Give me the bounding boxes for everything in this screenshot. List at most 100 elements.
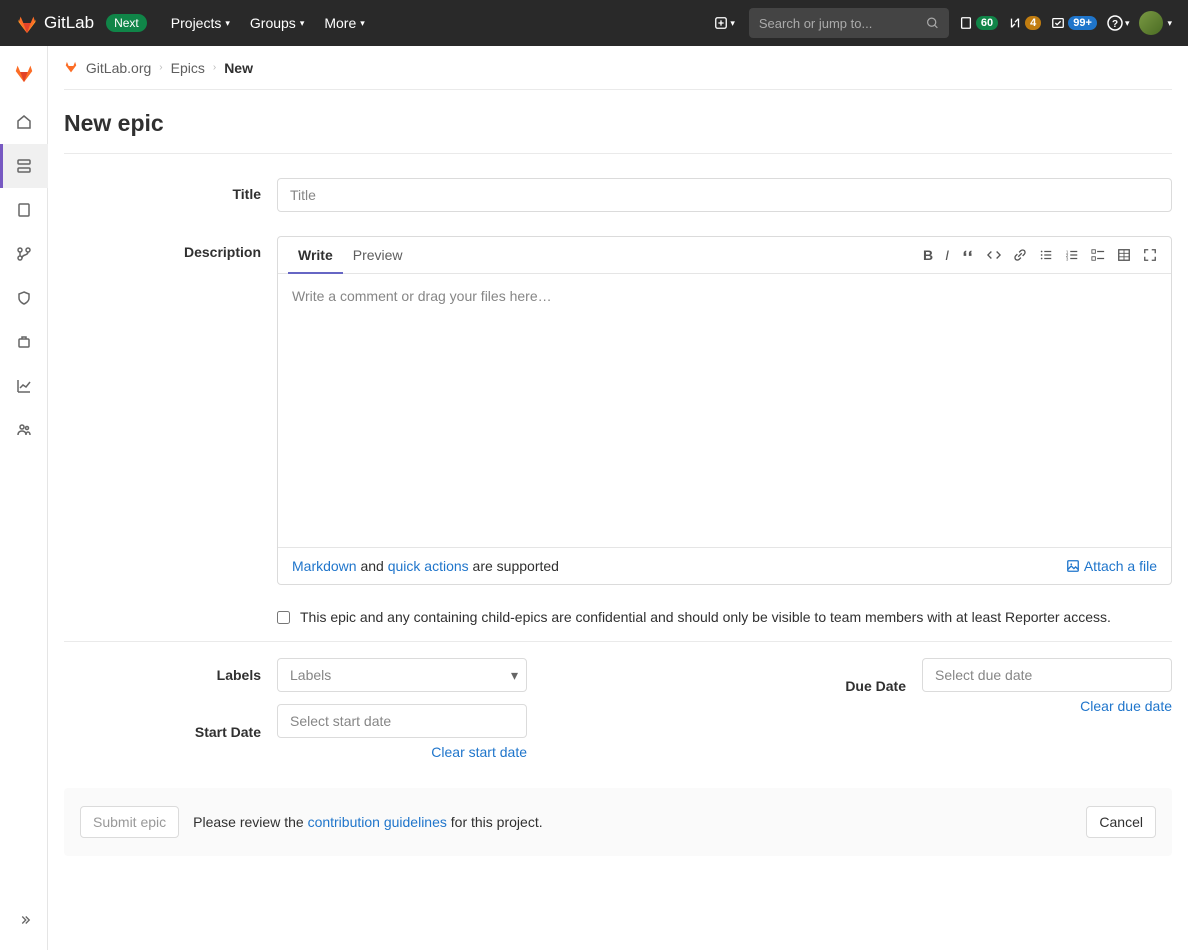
code-button[interactable] [987,247,1001,263]
sidebar-item-members[interactable] [0,408,48,452]
quote-button[interactable] [961,247,975,263]
nav-projects[interactable]: Projects▾ [163,9,238,37]
description-textarea[interactable] [278,274,1171,544]
home-icon [16,114,32,130]
numbered-list-button[interactable]: 123 [1065,247,1079,263]
chevron-down-icon: ▾ [300,18,305,29]
chevron-down-icon: ▾ [360,18,365,29]
chevron-down-icon: ▾ [1167,18,1172,29]
avatar [1139,11,1163,35]
due-date-input[interactable] [922,658,1172,692]
editor-toolbar: B I 123 [923,247,1161,263]
divider [64,641,1172,642]
form-footer: Submit epic Please review the contributi… [64,788,1172,856]
sidebar-item-analytics[interactable] [0,364,48,408]
nav-menu: Projects▾ Groups▾ More▾ [163,9,373,37]
write-tab[interactable]: Write [288,237,343,273]
nav-more[interactable]: More▾ [316,9,372,37]
nav-groups[interactable]: Groups▾ [242,9,312,37]
chevron-down-icon: ▾ [1125,18,1130,29]
members-icon [16,422,32,438]
breadcrumb: GitLab.org › Epics › New [64,46,1172,90]
sidebar-expand-button[interactable] [0,900,48,940]
search-icon [926,16,939,30]
review-text: Please review the contribution guideline… [193,814,542,830]
issues-counter[interactable]: 60 [959,16,998,30]
labels-dropdown[interactable]: Labels ▾ [277,658,527,692]
epic-icon [16,158,32,174]
help-button[interactable]: ? ▾ [1107,15,1130,31]
sidebar-item-issues[interactable] [0,188,48,232]
shield-icon [16,290,32,306]
logo-text: GitLab [44,13,94,33]
issue-icon [959,16,973,30]
breadcrumb-current: New [224,60,253,76]
plus-icon [714,16,728,30]
italic-button[interactable]: I [945,247,949,263]
sidebar-item-merge[interactable] [0,232,48,276]
link-button[interactable] [1013,247,1027,263]
svg-text:?: ? [1112,19,1118,30]
submit-button[interactable]: Submit epic [80,806,179,838]
next-badge[interactable]: Next [106,14,147,32]
sidebar-item-security[interactable] [0,276,48,320]
todos-counter[interactable]: 99+ [1051,16,1097,30]
attach-file-button[interactable]: Attach a file [1066,558,1157,574]
group-avatar[interactable] [8,56,40,88]
todo-icon [1051,16,1065,30]
clear-due-date-link[interactable]: Clear due date [922,698,1172,714]
due-date-label: Due Date [845,678,922,694]
expand-icon [17,913,31,927]
labels-label: Labels [64,667,277,683]
start-date-label: Start Date [64,724,277,740]
start-date-input[interactable] [277,704,527,738]
search-box[interactable] [749,8,949,38]
image-icon [1066,559,1080,573]
fullscreen-button[interactable] [1143,247,1157,263]
gitlab-icon [16,12,38,34]
merge-icon [16,246,32,262]
clear-start-date-link[interactable]: Clear start date [277,744,527,760]
search-input[interactable] [759,16,926,31]
chart-icon [16,378,32,394]
package-icon [16,334,32,350]
breadcrumb-section[interactable]: Epics [171,60,205,76]
mrs-counter[interactable]: 4 [1008,16,1041,30]
chevron-right-icon: › [159,62,162,73]
sidebar-item-overview[interactable] [0,100,48,144]
markdown-link[interactable]: Markdown [292,558,357,574]
help-icon: ? [1107,15,1123,31]
description-label: Description [64,236,277,260]
sidebar-item-epics[interactable] [0,144,48,188]
sidebar [0,46,48,950]
merge-request-icon [1008,16,1022,30]
navbar-right: ▾ 60 4 99+ ? ▾ ▾ [710,8,1172,38]
breadcrumb-group[interactable]: GitLab.org [64,59,151,76]
bullet-list-button[interactable] [1039,247,1053,263]
preview-tab[interactable]: Preview [343,237,413,273]
confidential-label: This epic and any containing child-epics… [300,609,1111,625]
svg-text:3: 3 [1066,256,1069,261]
chevron-down-icon: ▾ [225,18,230,29]
logo[interactable]: GitLab Next [16,12,147,34]
quick-actions-link[interactable]: quick actions [388,558,469,574]
title-label: Title [64,178,277,202]
chevron-down-icon: ▾ [511,667,518,684]
top-navbar: GitLab Next Projects▾ Groups▾ More▾ ▾ 60… [0,0,1188,46]
confidential-checkbox[interactable] [277,611,290,624]
new-menu-button[interactable]: ▾ [710,12,739,34]
issues-icon [16,202,32,218]
chevron-right-icon: › [213,62,216,73]
cancel-button[interactable]: Cancel [1086,806,1156,838]
markdown-help-text: Markdown and quick actions are supported [292,558,559,574]
contribution-guidelines-link[interactable]: contribution guidelines [308,814,447,830]
bold-button[interactable]: B [923,247,933,263]
title-input[interactable] [277,178,1172,212]
page-title: New epic [64,90,1172,154]
user-menu[interactable]: ▾ [1139,11,1172,35]
sidebar-item-packages[interactable] [0,320,48,364]
task-list-button[interactable] [1091,247,1105,263]
table-button[interactable] [1117,247,1131,263]
description-editor: Write Preview B I 123 [277,236,1172,585]
chevron-down-icon: ▾ [730,18,735,29]
